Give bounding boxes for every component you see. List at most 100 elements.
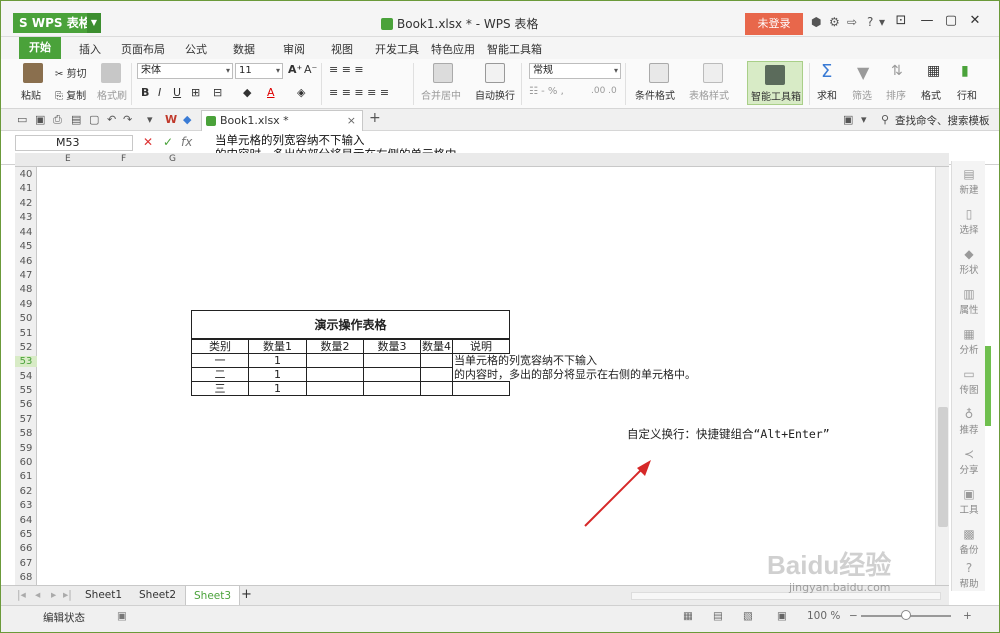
table-header-cell[interactable]: 数量3 xyxy=(363,339,421,354)
last-sheet-icon[interactable]: ▸| xyxy=(63,589,72,601)
table-cell[interactable] xyxy=(306,381,364,396)
tab-special-apps[interactable]: 特色应用 xyxy=(431,41,475,57)
tab-home[interactable]: 开始 xyxy=(19,37,61,59)
font-size-select[interactable]: 11 ▾ xyxy=(235,63,283,79)
number-format-select[interactable]: 常规 ▾ xyxy=(529,63,621,79)
skin-icon[interactable]: ⬢ xyxy=(811,15,821,29)
clear-format-icon[interactable]: ◈ xyxy=(297,86,305,99)
row-header[interactable]: 59 xyxy=(15,443,37,454)
row-header[interactable]: 56 xyxy=(15,399,37,410)
table-cell[interactable] xyxy=(420,367,453,382)
paste-button[interactable]: 粘贴 xyxy=(21,87,41,102)
column-header[interactable]: E xyxy=(65,154,71,164)
row-header[interactable]: 57 xyxy=(15,414,37,425)
row-header[interactable]: 47 xyxy=(15,270,37,281)
table-cell[interactable] xyxy=(363,353,421,368)
row-header[interactable]: 67 xyxy=(15,558,37,569)
row-header[interactable]: 48 xyxy=(15,284,37,295)
name-box[interactable]: M53 xyxy=(15,135,133,151)
wps-w-icon[interactable]: W xyxy=(165,113,177,126)
panel-properties[interactable]: ▥ 属性 xyxy=(952,287,986,316)
table-cell[interactable] xyxy=(306,367,364,382)
table-style-icon[interactable] xyxy=(703,63,723,83)
smart-toolbox-button[interactable]: 智能工具箱 xyxy=(747,61,803,105)
chevron-down-icon[interactable]: ▼ xyxy=(87,13,101,33)
page-break-view-icon[interactable]: ▧ xyxy=(743,610,753,622)
row-header[interactable]: 66 xyxy=(15,543,37,554)
panel-tools[interactable]: ▣ 工具 xyxy=(952,487,986,516)
table-header-cell[interactable]: 数量1 xyxy=(248,339,307,354)
row-header[interactable]: 55 xyxy=(15,385,37,396)
tab-review[interactable]: 审阅 xyxy=(283,41,305,57)
zoom-out-icon[interactable]: − xyxy=(849,610,858,622)
print-preview-icon[interactable]: ▤ xyxy=(71,113,81,126)
minimize-icon[interactable]: — xyxy=(915,13,939,28)
format-painter-button[interactable]: 格式刷 xyxy=(97,87,127,102)
table-cell[interactable] xyxy=(363,367,421,382)
chevron-down-icon[interactable]: ▾ xyxy=(147,113,153,126)
table-cell[interactable]: 三 xyxy=(191,381,249,396)
row-col-icon[interactable]: ▮ xyxy=(961,63,969,79)
panel-select[interactable]: ▯ 选择 xyxy=(952,207,986,236)
export-icon[interactable]: ▢ xyxy=(89,113,99,126)
format-button[interactable]: 格式 xyxy=(921,87,941,102)
row-header[interactable]: 40 xyxy=(15,169,37,180)
merge-center-icon[interactable] xyxy=(433,63,453,83)
fill-color-icon[interactable]: ◆ xyxy=(243,86,251,99)
sheet-tab-sheet2[interactable]: Sheet2 xyxy=(139,589,176,601)
row-header[interactable]: 65 xyxy=(15,529,37,540)
row-header[interactable]: 64 xyxy=(15,515,37,526)
font-color-button[interactable]: A xyxy=(267,86,275,99)
column-header[interactable]: F xyxy=(121,154,126,164)
sort-icon[interactable]: ⇅ xyxy=(891,63,903,79)
sum-button[interactable]: 求和 xyxy=(817,87,837,102)
page-layout-view-icon[interactable]: ▤ xyxy=(713,610,723,622)
italic-button[interactable]: I xyxy=(158,86,161,99)
command-search-input[interactable]: 查找命令、搜索模板 xyxy=(895,113,990,128)
table-cell[interactable]: 二 xyxy=(191,367,249,382)
table-style-button[interactable]: 表格样式 xyxy=(689,87,729,102)
shrink-font-icon[interactable]: A⁻ xyxy=(304,63,317,76)
insert-function-icon[interactable]: fx xyxy=(181,135,192,149)
macro-icon[interactable]: ▣ xyxy=(117,610,127,622)
next-sheet-icon[interactable]: ▸ xyxy=(51,589,56,601)
row-header[interactable]: 58 xyxy=(15,428,37,439)
decimal-icon[interactable]: .00 .0 xyxy=(591,86,617,96)
row-header[interactable]: 52 xyxy=(15,342,37,353)
tab-formulas[interactable]: 公式 xyxy=(185,41,207,57)
conditional-format-icon[interactable] xyxy=(649,63,669,83)
table-title[interactable]: 演示操作表格 xyxy=(191,310,510,339)
align-top-icon[interactable]: ≡ ≡ ≡ xyxy=(329,63,364,76)
scroll-thumb[interactable] xyxy=(938,407,948,527)
row-col-button[interactable]: 行和 xyxy=(957,87,977,102)
panel-help[interactable]: ? 帮助 xyxy=(952,561,986,590)
screen-icon[interactable]: ▣ xyxy=(843,113,853,126)
filter-icon[interactable]: ▼ xyxy=(857,63,869,82)
add-sheet-icon[interactable]: + xyxy=(241,587,252,602)
row-header[interactable]: 43 xyxy=(15,212,37,223)
cancel-entry-icon[interactable]: ✕ xyxy=(143,135,153,149)
panel-toggle-handle[interactable] xyxy=(985,346,991,426)
table-header-cell[interactable]: 数量2 xyxy=(306,339,364,354)
sum-icon[interactable]: Σ xyxy=(821,61,832,82)
table-cell[interactable] xyxy=(420,381,453,396)
row-header[interactable]: 46 xyxy=(15,256,37,267)
prev-sheet-icon[interactable]: ◂ xyxy=(35,589,40,601)
percent-format-icon[interactable]: ☷ - % , xyxy=(529,86,564,97)
row-header[interactable]: 51 xyxy=(15,328,37,339)
row-header[interactable]: 45 xyxy=(15,241,37,252)
merge-border-icon[interactable]: ⊟ xyxy=(213,86,222,99)
confirm-entry-icon[interactable]: ✓ xyxy=(163,135,173,149)
sort-button[interactable]: 排序 xyxy=(886,87,906,102)
tab-developer[interactable]: 开发工具 xyxy=(375,41,419,57)
settings-icon[interactable]: ⚙ xyxy=(829,15,840,29)
normal-view-icon[interactable]: ▦ xyxy=(683,610,693,622)
table-cell[interactable]: 1 xyxy=(248,367,307,382)
merge-center-button[interactable]: 合并居中 xyxy=(421,87,461,102)
open-folder-icon[interactable]: ▭ xyxy=(17,113,27,126)
paste-icon[interactable] xyxy=(23,63,43,83)
row-header[interactable]: 63 xyxy=(15,500,37,511)
document-tab[interactable]: Book1.xlsx * × xyxy=(201,110,363,131)
row-header[interactable]: 49 xyxy=(15,299,37,310)
table-cell[interactable] xyxy=(306,353,364,368)
